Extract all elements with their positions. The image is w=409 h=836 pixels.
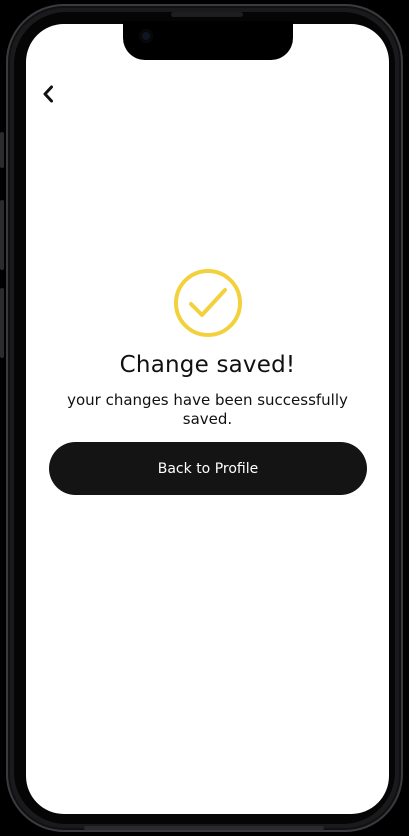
front-camera: [139, 29, 153, 43]
volume-up-button: [0, 200, 4, 270]
check-circle-icon: [174, 269, 242, 337]
volume-down-button: [0, 288, 4, 358]
back-button[interactable]: [37, 82, 61, 106]
mute-switch: [0, 132, 4, 168]
app-screen: Change saved! your changes have been suc…: [26, 24, 389, 814]
chevron-left-icon: [43, 85, 53, 103]
phone-device: Change saved! your changes have been suc…: [0, 0, 409, 836]
bottom-bezel-bar: [84, 826, 324, 830]
confirmation-message: your changes have been successfully save…: [67, 391, 348, 428]
confirmation-title: Change saved!: [119, 352, 296, 378]
back-to-profile-button[interactable]: Back to Profile: [49, 442, 367, 495]
speaker-grille: [171, 12, 243, 17]
